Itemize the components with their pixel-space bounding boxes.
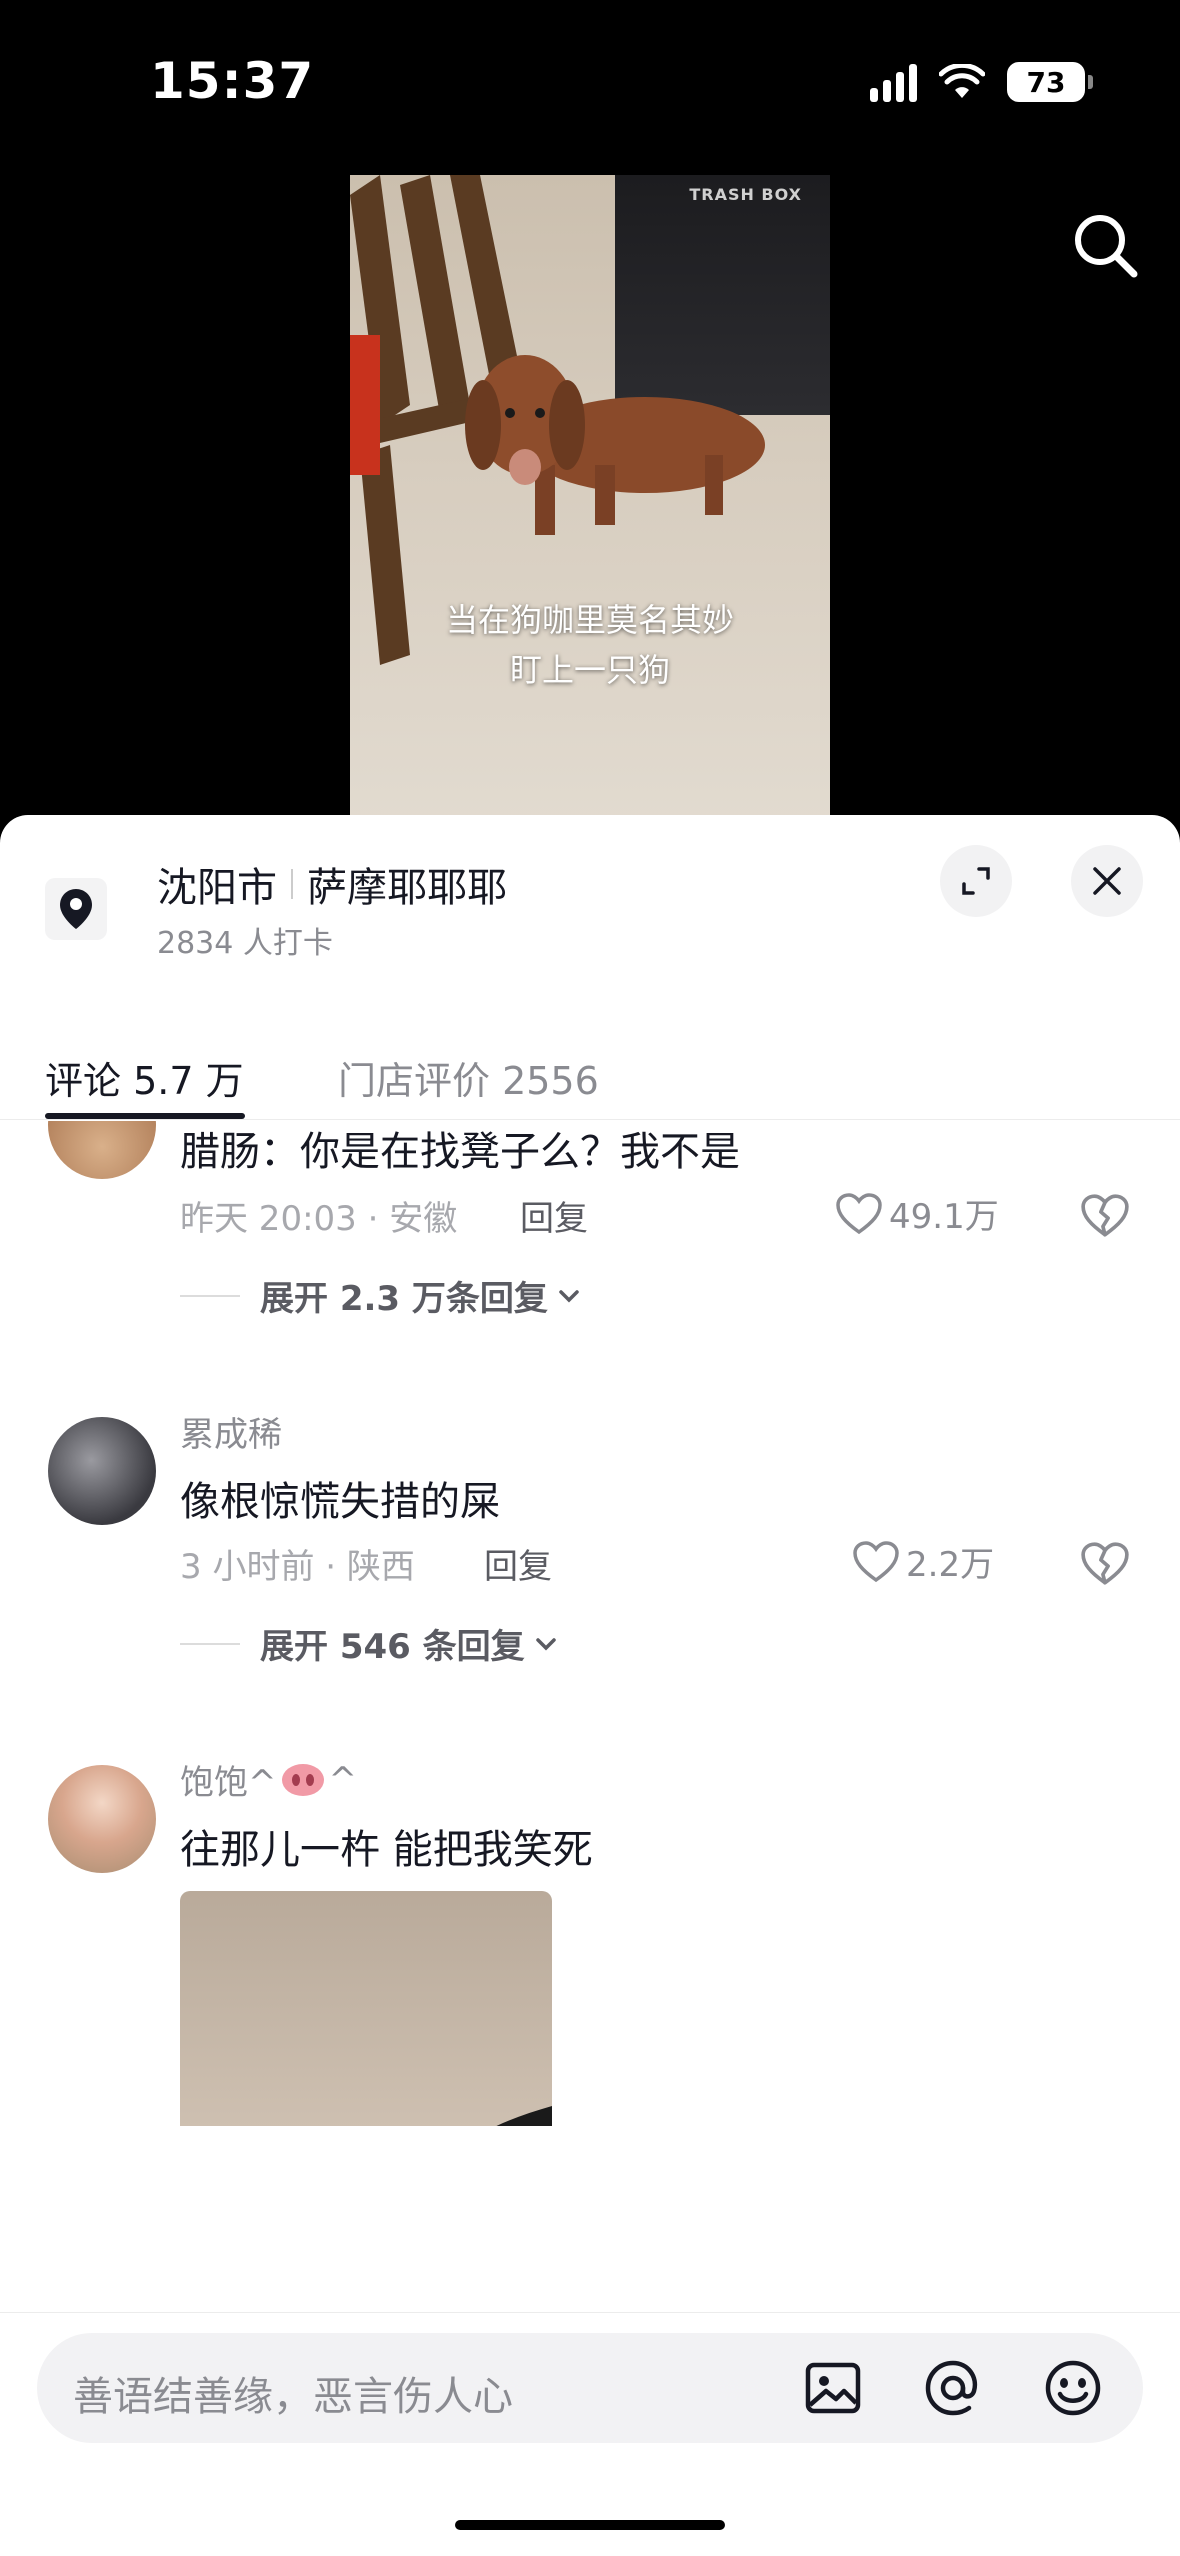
like-count: 49.1万: [889, 1197, 999, 1237]
image-icon[interactable]: [802, 2357, 864, 2419]
home-indicator[interactable]: [455, 2520, 725, 2530]
battery-indicator: 73: [1007, 62, 1093, 102]
comment-text: 腊肠：你是在找凳子么？我不是: [180, 1129, 740, 1175]
broken-heart-icon[interactable]: [1080, 1539, 1130, 1589]
comment-input[interactable]: 善语结善缘，恶言伤人心: [37, 2333, 1143, 2443]
comment-image-dog-graphic: [496, 2106, 552, 2126]
comment-image[interactable]: [180, 1891, 552, 2126]
location-city: 沈阳市: [157, 865, 277, 911]
expand-replies-button[interactable]: 展开 2.3 万条回复: [180, 1271, 584, 1320]
chevron-down-icon: [559, 1289, 579, 1302]
reply-button[interactable]: 回复: [484, 1539, 552, 1588]
broken-heart-icon[interactable]: [1080, 1191, 1130, 1241]
emoji-icon[interactable]: [1042, 2357, 1104, 2419]
comment-meta: 昨天 20:03 · 安徽: [180, 1199, 458, 1239]
expand-divider: [180, 1642, 240, 1645]
comment-username-suffix: ^: [328, 1759, 358, 1800]
bin-label: TRASH BOX: [689, 185, 802, 204]
video-caption-line1: 当在狗咖里莫名其妙: [445, 601, 734, 639]
tab-active-indicator: [45, 1113, 245, 1119]
comment-username-text: 饱饱^: [180, 1763, 277, 1803]
comment-text: 像根惊慌失措的屎: [180, 1479, 500, 1525]
expand-button[interactable]: [940, 845, 1012, 917]
video-player[interactable]: TRASH BOX 当在狗咖里莫名其妙 盯上一只狗: [350, 175, 830, 830]
location-title[interactable]: 沈阳市 萨摩耶耶耶: [157, 855, 507, 913]
reply-button[interactable]: 回复: [520, 1191, 588, 1240]
expand-replies-label: 展开 546 条回复: [260, 1627, 525, 1667]
location-divider: [291, 869, 293, 899]
heart-icon: [853, 1540, 899, 1582]
comments-sheet: 沈阳市 萨摩耶耶耶 2834 人打卡 评论 5.7 万 门店评价 2556 腊肠…: [0, 815, 1180, 2556]
dog-graphic: [465, 355, 765, 535]
comment-username[interactable]: 累成稀: [180, 1407, 282, 1456]
tab-comments[interactable]: 评论 5.7 万: [45, 1050, 244, 1105]
status-time: 15:37: [150, 52, 315, 110]
status-bar: 15:37 73: [0, 0, 1180, 170]
expand-divider: [180, 1294, 240, 1297]
close-icon: [1093, 867, 1121, 895]
comment-username[interactable]: 饱饱^ ^: [180, 1755, 357, 1804]
location-pin-icon: [45, 878, 107, 940]
tab-bar: 评论 5.7 万 门店评价 2556: [0, 1020, 1180, 1120]
avatar[interactable]: [48, 1417, 156, 1525]
expand-replies-label: 展开 2.3 万条回复: [260, 1279, 548, 1319]
at-icon[interactable]: [922, 2357, 984, 2419]
location-checkins: 2834 人打卡: [157, 926, 333, 961]
like-button[interactable]: 49.1万: [835, 1189, 999, 1238]
like-button[interactable]: 2.2万: [852, 1537, 994, 1586]
red-chair: [350, 335, 380, 475]
wifi-icon: [939, 64, 985, 98]
pig-nose-emoji-icon: [281, 1763, 324, 1796]
comment-input-placeholder: 善语结善缘，恶言伤人心: [73, 2374, 513, 2420]
comment-text: 往那儿一杵 能把我笑死: [180, 1827, 593, 1873]
chevron-down-icon: [535, 1637, 556, 1650]
like-count: 2.2万: [906, 1545, 995, 1585]
search-icon[interactable]: [1070, 210, 1140, 280]
avatar[interactable]: [48, 1121, 156, 1179]
status-icons: 73: [870, 62, 1093, 102]
expand-replies-button[interactable]: 展开 546 条回复: [180, 1619, 561, 1668]
comment-meta: 3 小时前 · 陕西: [180, 1547, 415, 1587]
close-button[interactable]: [1071, 845, 1143, 917]
expand-icon: [962, 867, 990, 895]
heart-icon: [836, 1192, 882, 1234]
comment-list[interactable]: 腊肠：你是在找凳子么？我不是 昨天 20:03 · 安徽 回复 49.1万 展开…: [0, 1121, 1180, 2126]
tab-store-reviews[interactable]: 门店评价 2556: [338, 1050, 599, 1105]
signal-icon: [870, 62, 917, 102]
location-place: 萨摩耶耶耶: [307, 865, 507, 911]
video-caption-line2: 盯上一只狗: [509, 651, 670, 689]
avatar[interactable]: [48, 1765, 156, 1873]
